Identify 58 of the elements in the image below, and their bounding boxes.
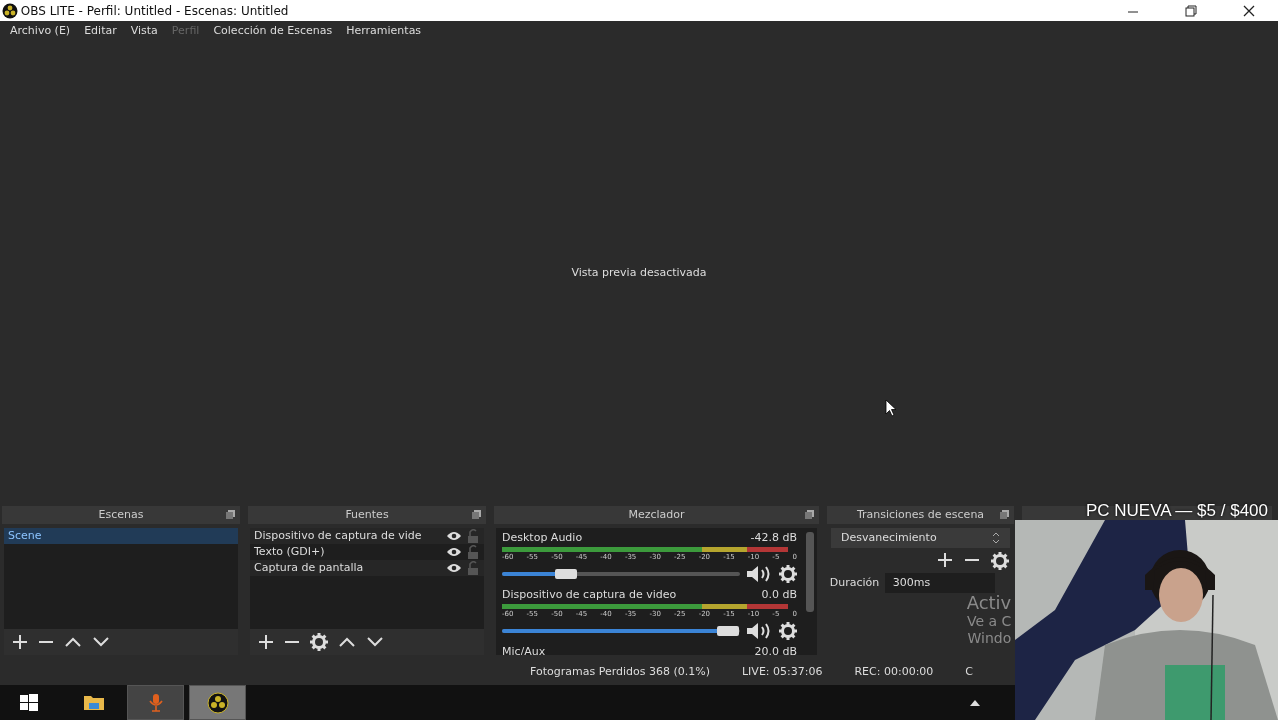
slider-thumb[interactable] bbox=[555, 569, 578, 580]
activation-text: Windo bbox=[966, 629, 1012, 646]
channel-name: Dispositivo de captura de video bbox=[502, 587, 677, 604]
plus-icon[interactable] bbox=[12, 634, 28, 651]
rec-timer: REC: 00:00:00 bbox=[854, 663, 934, 680]
settings-icon[interactable] bbox=[779, 622, 797, 641]
menu-item[interactable]: Colección de Escenas bbox=[209, 23, 343, 40]
channel-name: Desktop Audio bbox=[502, 530, 583, 547]
float-icon[interactable] bbox=[1000, 510, 1009, 520]
start-icon bbox=[17, 691, 40, 714]
eye-icon[interactable] bbox=[446, 546, 462, 559]
menu-item[interactable]: Vista bbox=[126, 23, 168, 40]
duration-label: Duración bbox=[829, 574, 880, 591]
dock-title: Fuentes bbox=[345, 506, 389, 523]
mouse-cursor-icon bbox=[885, 399, 897, 417]
volume-reading: 0.0 dB bbox=[761, 587, 797, 604]
obs-logo-icon bbox=[0, 2, 18, 19]
caret-up-icon[interactable] bbox=[970, 699, 980, 706]
source-name: Captura de pantalla bbox=[254, 559, 365, 576]
stream-overlay-text: PC NUEVA — $5 / $400 bbox=[1085, 500, 1268, 522]
activation-text: Activ bbox=[965, 592, 1012, 614]
status-text: C bbox=[965, 663, 974, 680]
transition-select[interactable]: Desvanecimiento bbox=[831, 528, 1010, 549]
scrollbar[interactable] bbox=[806, 532, 814, 613]
dock-title: Escenas bbox=[98, 506, 144, 523]
source-name: Texto (GDI+) bbox=[254, 543, 326, 560]
taskbar-button[interactable] bbox=[189, 685, 246, 720]
preview-message: Vista previa desactivada bbox=[571, 264, 707, 281]
scene-item[interactable]: Scene bbox=[4, 528, 238, 545]
menu-item[interactable]: Herramientas bbox=[342, 23, 432, 40]
window-title: OBS LITE - Perfil: Untitled - Escenas: Untitled bbox=[20, 2, 289, 20]
eye-icon[interactable] bbox=[446, 562, 462, 575]
slider-thumb[interactable] bbox=[717, 626, 740, 637]
restore-icon[interactable] bbox=[1182, 3, 1200, 18]
eye-icon[interactable] bbox=[446, 530, 462, 543]
plus-icon[interactable] bbox=[258, 634, 274, 651]
dock-title: Transiciones de escena bbox=[856, 506, 985, 523]
dock-title: Mezclador bbox=[628, 506, 685, 523]
settings-icon[interactable] bbox=[310, 633, 328, 652]
live-timer: LIVE: 05:37:06 bbox=[742, 663, 823, 680]
plus-icon[interactable] bbox=[936, 552, 953, 569]
activation-text: Ve a C bbox=[965, 613, 1012, 630]
volume-reading: -42.8 dB bbox=[750, 530, 797, 547]
dropped-frames: Fotogramas Perdidos 368 (0.1%) bbox=[530, 663, 710, 681]
settings-icon[interactable] bbox=[779, 565, 797, 584]
settings-icon[interactable] bbox=[990, 552, 1009, 571]
menu-item[interactable]: Archivo (E) bbox=[6, 23, 81, 40]
source-name: Dispositivo de captura de vide bbox=[254, 528, 423, 544]
menu-item[interactable]: Editar bbox=[80, 23, 127, 40]
obs-logo-icon bbox=[206, 691, 229, 714]
float-icon[interactable] bbox=[226, 510, 235, 520]
spinner-arrows-icon bbox=[992, 532, 1000, 545]
float-icon[interactable] bbox=[472, 510, 481, 520]
duration-field[interactable]: 300ms bbox=[884, 572, 995, 593]
float-icon[interactable] bbox=[805, 510, 814, 520]
volume-reading: 20.0 dB bbox=[754, 644, 797, 656]
volume-slider[interactable] bbox=[502, 572, 740, 577]
volume-slider[interactable] bbox=[502, 629, 740, 634]
